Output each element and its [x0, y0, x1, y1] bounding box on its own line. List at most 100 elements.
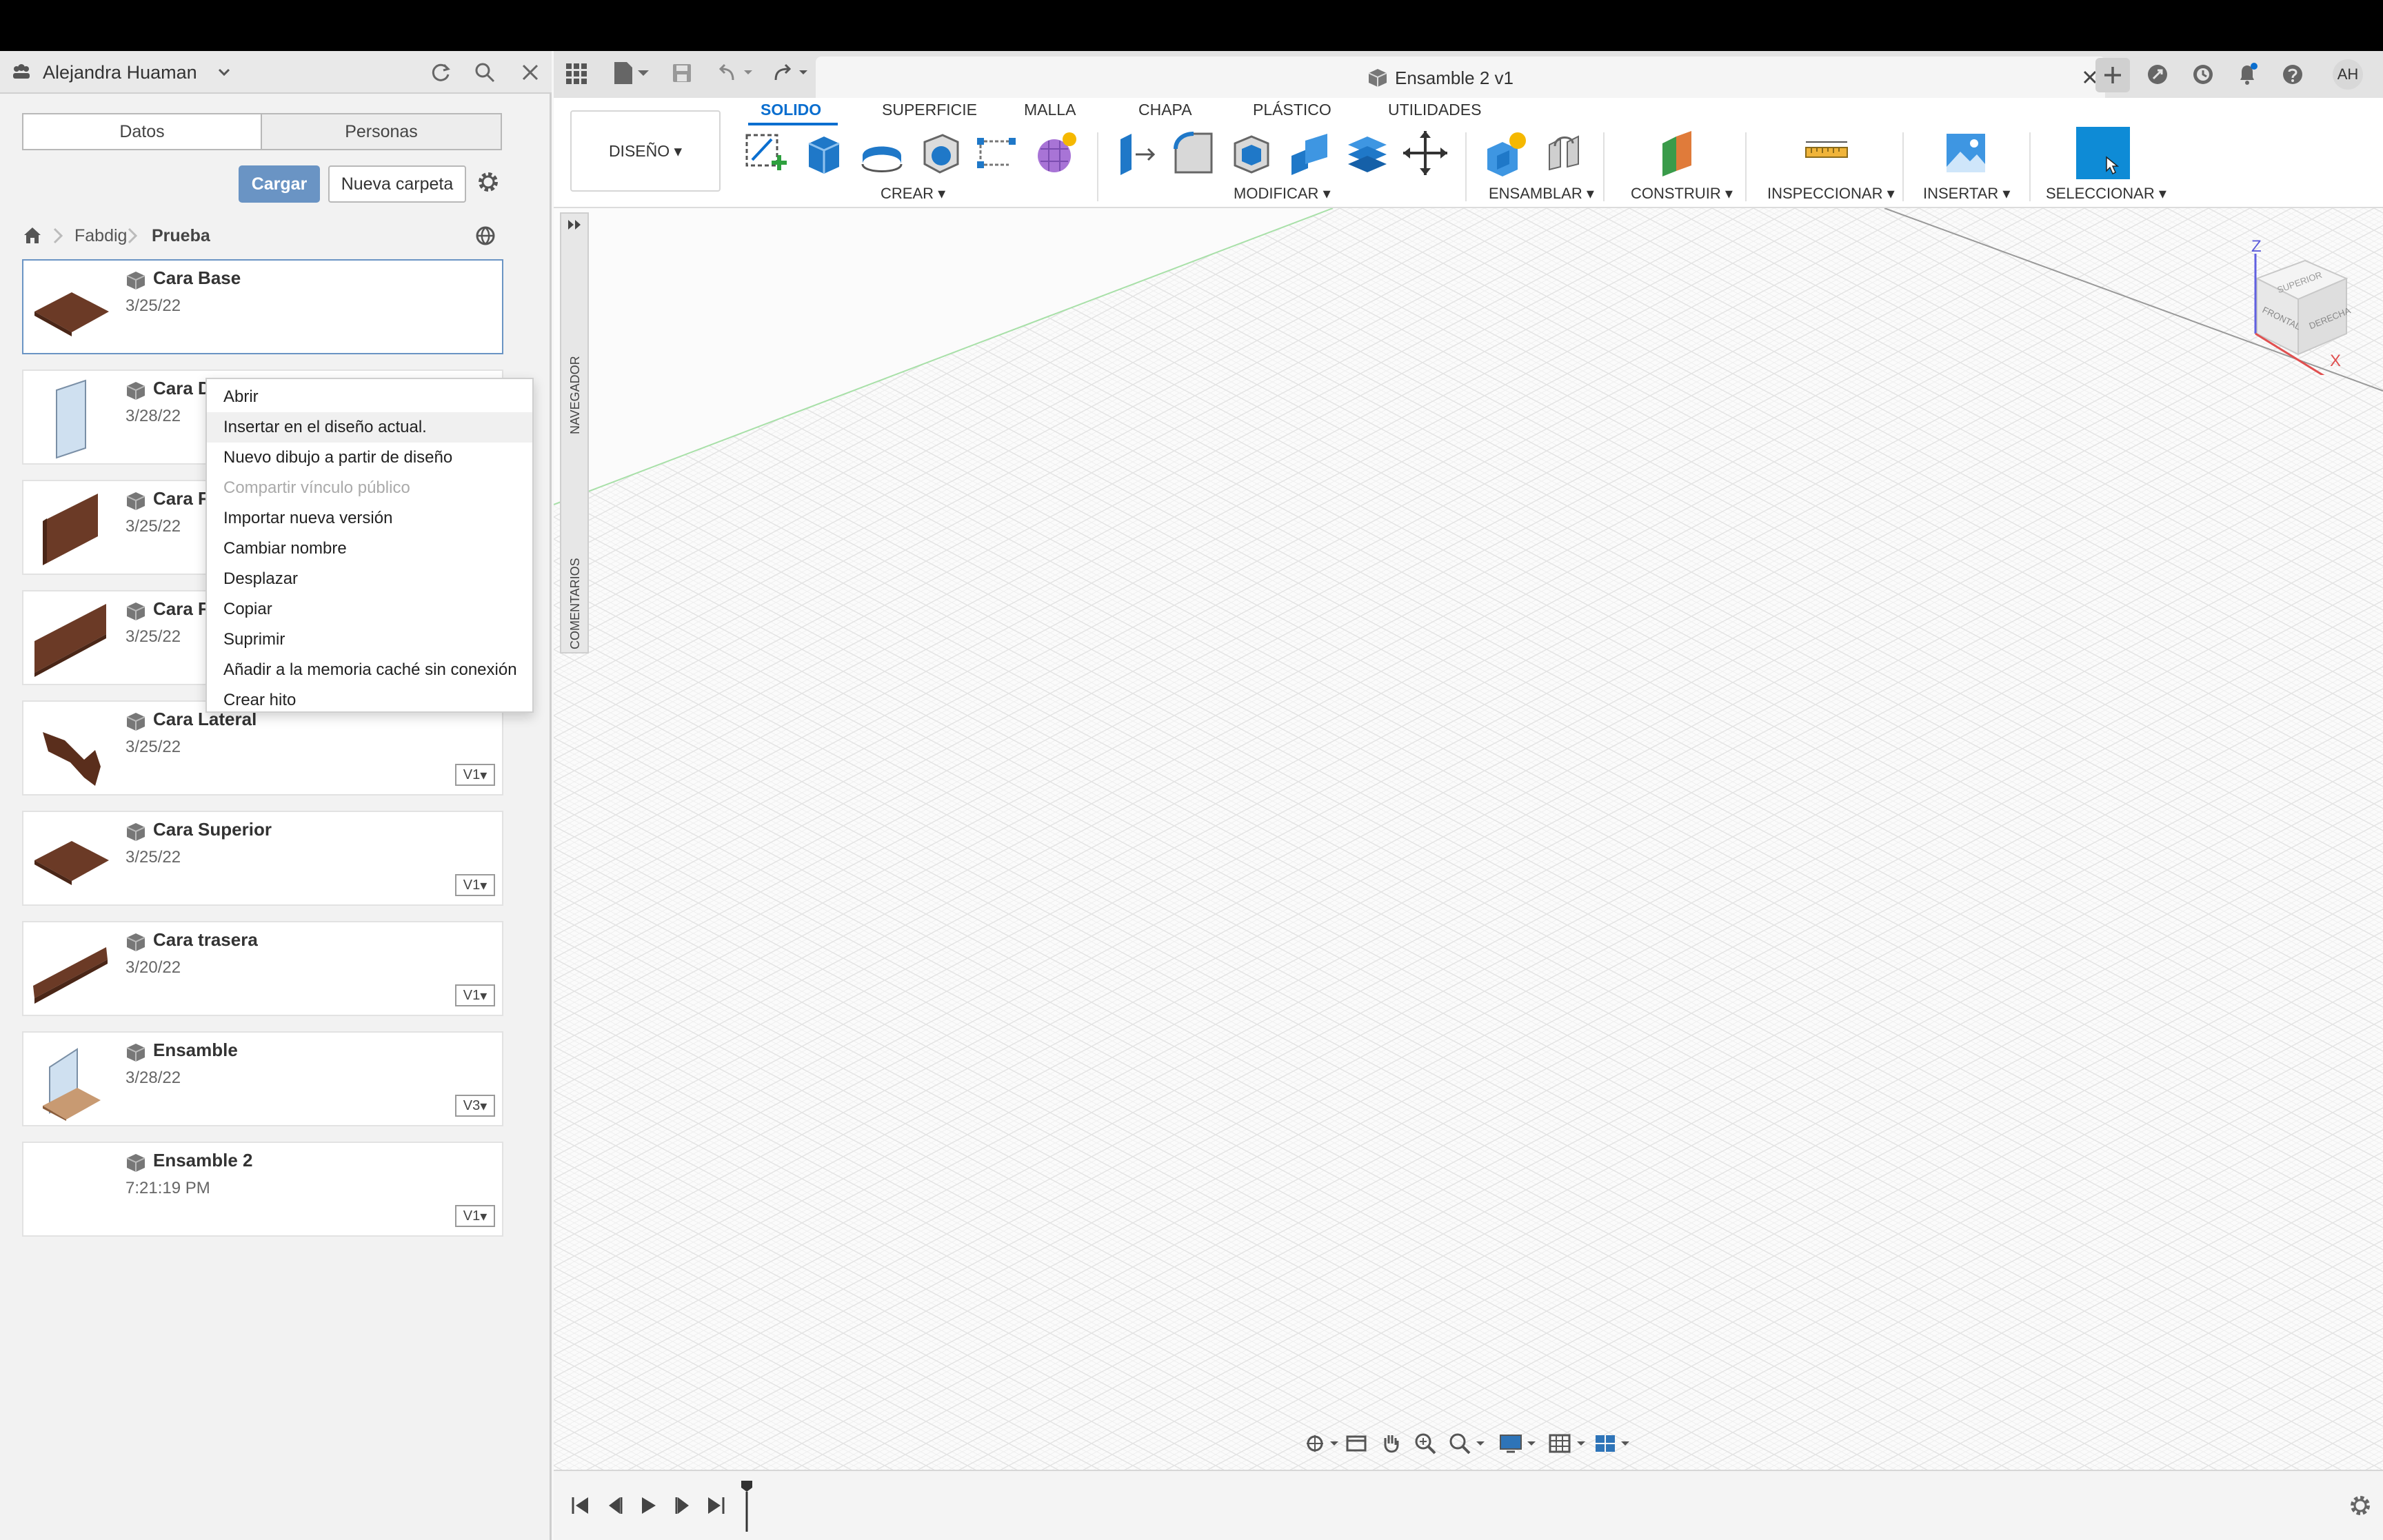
go-to-end-icon[interactable]: [705, 1495, 727, 1517]
zoom-icon[interactable]: [1413, 1431, 1438, 1456]
menu-item-copy[interactable]: Copiar: [207, 594, 532, 625]
construct-plane-icon[interactable]: [1653, 128, 1702, 178]
menu-item-import-new-version[interactable]: Importar nueva versión: [207, 503, 532, 534]
move-icon[interactable]: [1400, 128, 1450, 178]
file-card[interactable]: Cara trasera 3/20/22 V1 ▾: [22, 921, 503, 1016]
revolve-icon[interactable]: [857, 128, 907, 178]
step-forward-icon[interactable]: [672, 1495, 694, 1517]
orbit-icon[interactable]: [1304, 1431, 1340, 1456]
measure-icon[interactable]: [1802, 128, 1851, 178]
avatar[interactable]: AH: [2333, 59, 2363, 90]
group-ensamblar[interactable]: ENSAMBLAR ▾: [1489, 185, 1594, 203]
viewports-icon[interactable]: [1593, 1431, 1635, 1456]
group-seleccionar[interactable]: SELECCIONAR ▾: [2046, 185, 2166, 203]
refresh-icon[interactable]: [429, 61, 452, 84]
select-tool[interactable]: [2076, 127, 2130, 179]
expand-icon[interactable]: [567, 218, 583, 232]
undo-icon[interactable]: [716, 62, 758, 84]
version-select[interactable]: V1 ▾: [455, 984, 495, 1006]
group-inspeccionar[interactable]: INSPECCIONAR ▾: [1767, 185, 1895, 203]
browser-strip[interactable]: NAVEGADOR COMENTARIOS: [560, 212, 589, 654]
file-card[interactable]: Cara Base 3/25/22: [22, 259, 503, 354]
extrude-icon[interactable]: [799, 128, 849, 178]
menu-item-move[interactable]: Desplazar: [207, 564, 532, 594]
home-icon[interactable]: [22, 225, 43, 245]
menu-item-abrir[interactable]: Abrir: [207, 382, 532, 412]
sweep-icon[interactable]: [915, 128, 965, 178]
tab-chapa[interactable]: CHAPA: [1138, 101, 1192, 119]
combine-icon[interactable]: [1285, 128, 1334, 178]
fit-zoom-icon[interactable]: [1447, 1431, 1489, 1456]
breadcrumb-item-fabdig[interactable]: Fabdig: [74, 226, 127, 246]
new-component-icon[interactable]: [1482, 128, 1531, 178]
menu-item-delete[interactable]: Suprimir: [207, 625, 532, 655]
save-icon[interactable]: [671, 62, 693, 84]
timeline-marker[interactable]: [738, 1479, 755, 1532]
breadcrumb-item-prueba[interactable]: Prueba: [152, 226, 210, 246]
grid-settings-icon[interactable]: [1548, 1431, 1589, 1456]
fillet-icon[interactable]: [1169, 128, 1218, 178]
menu-item-new-drawing[interactable]: Nuevo dibujo a partir de diseño: [207, 443, 532, 473]
insert-image-icon[interactable]: [1941, 128, 1991, 178]
tab-solido[interactable]: SOLIDO: [761, 101, 821, 119]
view-cube[interactable]: Z X SUPERIOR FRONTAL DERECHA: [2236, 237, 2374, 375]
go-to-start-icon[interactable]: [569, 1495, 591, 1517]
chevron-down-icon[interactable]: [217, 65, 232, 80]
tab-malla[interactable]: MALLA: [1024, 101, 1076, 119]
extensions-icon[interactable]: [2145, 62, 2170, 87]
tab-superficie[interactable]: SUPERFICIE: [882, 101, 977, 119]
tab-personas[interactable]: Personas: [261, 113, 502, 150]
menu-item-rename[interactable]: Cambiar nombre: [207, 534, 532, 564]
pan-icon[interactable]: [1378, 1431, 1403, 1456]
settings-icon[interactable]: [2348, 1493, 2373, 1518]
create-sketch-icon[interactable]: [741, 128, 791, 178]
version-select[interactable]: V1 ▾: [455, 764, 495, 786]
file-card[interactable]: Ensamble 2 7:21:19 PM V1 ▾: [22, 1142, 503, 1237]
settings-icon[interactable]: [476, 170, 501, 194]
menu-item-create-milestone[interactable]: Crear hito: [207, 685, 532, 716]
version-select[interactable]: V1 ▾: [455, 1205, 495, 1227]
file-card[interactable]: Cara Superior 3/25/22 V1 ▾: [22, 811, 503, 906]
workspace-switcher[interactable]: DISEÑO ▾: [570, 110, 721, 192]
grid-menu-icon[interactable]: [565, 62, 588, 85]
navigator-label[interactable]: NAVEGADOR: [568, 356, 583, 434]
version-select[interactable]: V1 ▾: [455, 874, 495, 896]
tab-plastico[interactable]: PLÁSTICO: [1253, 101, 1331, 119]
group-construir[interactable]: CONSTRUIR ▾: [1631, 185, 1733, 203]
new-folder-button[interactable]: Nueva carpeta: [328, 165, 466, 203]
job-status-icon[interactable]: [2191, 62, 2215, 87]
display-settings-icon[interactable]: [1498, 1431, 1540, 1456]
menu-item-insert-in-current-design[interactable]: Insertar en el diseño actual.: [207, 412, 532, 443]
team-icon[interactable]: [11, 63, 32, 81]
file-icon[interactable]: [612, 61, 650, 85]
search-icon[interactable]: [473, 61, 496, 84]
offset-face-icon[interactable]: [1343, 128, 1392, 178]
joint-icon[interactable]: [1540, 128, 1589, 178]
notifications-icon[interactable]: [2235, 61, 2260, 87]
version-select[interactable]: V3▾: [455, 1095, 495, 1117]
look-at-icon[interactable]: [1344, 1431, 1369, 1456]
press-pull-icon[interactable]: [1111, 128, 1160, 178]
play-icon[interactable]: [638, 1495, 660, 1517]
rib-icon[interactable]: [973, 128, 1023, 178]
design-canvas[interactable]: Z X SUPERIOR FRONTAL DERECHA: [554, 208, 2383, 1470]
globe-icon[interactable]: [474, 225, 496, 247]
redo-icon[interactable]: [772, 62, 813, 84]
menu-item-offline-cache[interactable]: Añadir a la memoria caché sin conexión: [207, 655, 532, 685]
group-crear[interactable]: CREAR ▾: [881, 185, 945, 203]
tab-utilidades[interactable]: UTILIDADES: [1388, 101, 1481, 119]
group-insertar[interactable]: INSERTAR ▾: [1923, 185, 2010, 203]
form-icon[interactable]: [1031, 128, 1080, 178]
shell-icon[interactable]: [1227, 128, 1276, 178]
upload-button[interactable]: Cargar: [239, 165, 320, 203]
tab-datos[interactable]: Datos: [22, 113, 262, 150]
help-icon[interactable]: [2280, 62, 2305, 87]
file-card[interactable]: Ensamble 3/28/22 V3 ▾: [22, 1031, 503, 1126]
plus-icon[interactable]: [2095, 58, 2130, 92]
document-tab[interactable]: Ensamble 2 v1: [816, 57, 2105, 98]
step-back-icon[interactable]: [603, 1495, 625, 1517]
comments-label[interactable]: COMENTARIOS: [568, 558, 583, 649]
user-name[interactable]: Alejandra Huaman: [43, 62, 197, 83]
close-icon[interactable]: [520, 62, 541, 83]
group-modificar[interactable]: MODIFICAR ▾: [1234, 185, 1331, 203]
